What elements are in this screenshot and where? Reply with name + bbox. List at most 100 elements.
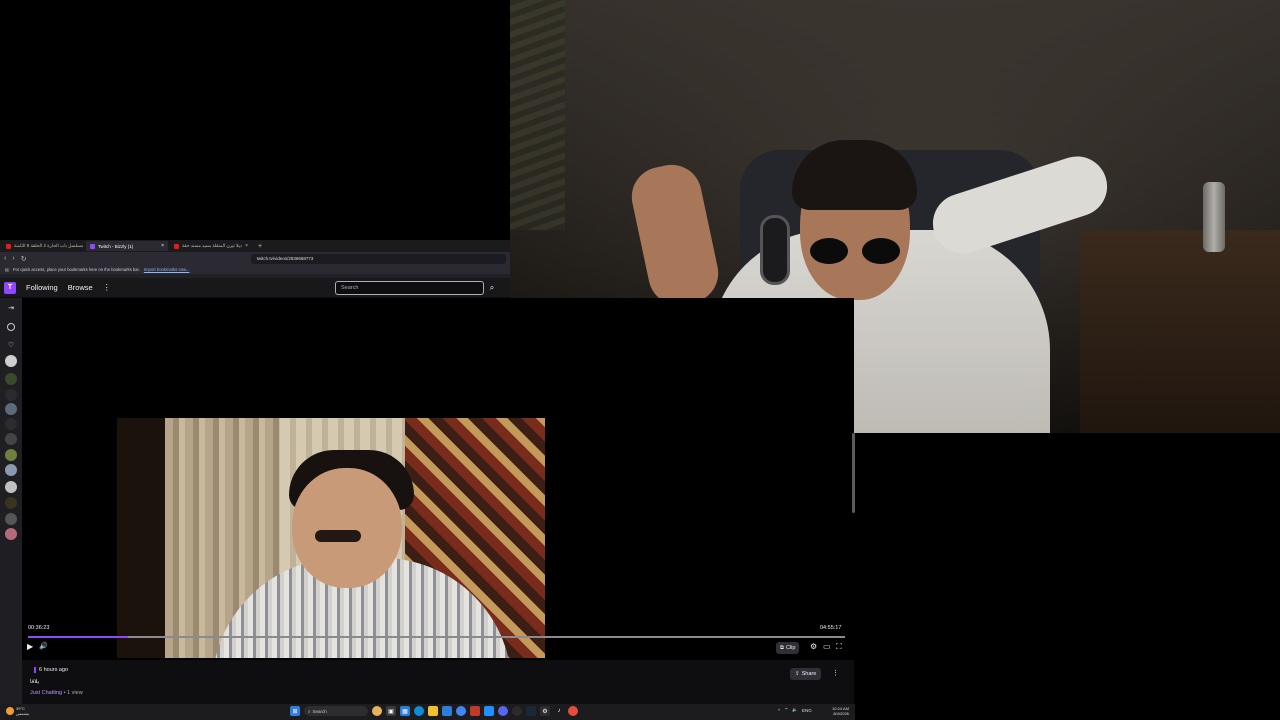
- share-button[interactable]: ⇪ Share: [790, 668, 822, 680]
- app-icon[interactable]: [568, 706, 578, 716]
- video-info: 6 hours ago يلاقا Just Chatting • 1 view…: [22, 660, 854, 704]
- twitch-logo-icon[interactable]: T: [4, 281, 16, 294]
- tray-overflow-icon[interactable]: ^: [778, 708, 780, 713]
- clock-date: 8/4/2026: [833, 711, 849, 716]
- copilot-icon[interactable]: [372, 706, 382, 716]
- close-tab-icon[interactable]: ×: [245, 243, 248, 249]
- url-field[interactable]: twitch.tv/videos/2836668773: [250, 253, 506, 264]
- address-bar-row: ‹ › ↻ twitch.tv/videos/2836668773: [0, 252, 510, 265]
- search-icon[interactable]: ⌕: [486, 281, 498, 295]
- twitch-favicon-icon: [90, 243, 95, 249]
- browser-tab[interactable]: ديلا تيرن المنقلة بسيد مسند حقة ×: [170, 241, 252, 251]
- video-meta: Just Chatting • 1 view: [30, 690, 83, 696]
- theatre-mode-icon[interactable]: ▭: [823, 642, 831, 651]
- channel-avatar[interactable]: [5, 464, 17, 476]
- file-explorer-icon[interactable]: [428, 706, 438, 716]
- back-icon[interactable]: ‹: [4, 255, 6, 262]
- clip-icon: ⧉: [780, 644, 784, 651]
- channel-avatar[interactable]: [5, 389, 17, 401]
- settings-app-icon[interactable]: ⚙: [540, 706, 550, 716]
- clock[interactable]: 10:24 AM 8/4/2026: [832, 706, 849, 716]
- chrome-icon[interactable]: [456, 706, 466, 716]
- video-age: 6 hours ago: [34, 667, 68, 673]
- category-link[interactable]: Just Chatting: [30, 690, 62, 696]
- share-icon: ⇪: [795, 671, 800, 677]
- tab-bar: مسلسل باب الحارة 2 الحلقة 8 الثامنة × Tw…: [0, 240, 510, 252]
- tab-title: ديلا تيرن المنقلة بسيد مسند حقة: [182, 243, 242, 248]
- mail-icon[interactable]: [484, 706, 494, 716]
- channel-avatar[interactable]: [5, 418, 17, 430]
- scrollbar[interactable]: [852, 433, 855, 513]
- nav-following[interactable]: Following: [26, 283, 58, 292]
- taskbar: 39°C مشمس ⊞ ⌕ Search ▣ ▦ ⚙ ♪ ^ ⌔ 🔈 ENG 1…: [0, 704, 855, 720]
- photos-icon[interactable]: [470, 706, 480, 716]
- clip-label: Clip: [785, 645, 796, 651]
- search-icon: ⌕: [308, 708, 311, 714]
- channel-avatar[interactable]: [5, 481, 17, 493]
- discord-icon[interactable]: [498, 706, 508, 716]
- edge-icon[interactable]: [414, 706, 424, 716]
- browser-tab[interactable]: مسلسل باب الحارة 2 الحلقة 8 الثامنة ×: [2, 241, 84, 251]
- more-menu-icon[interactable]: ⋮: [103, 283, 111, 292]
- store-icon[interactable]: [442, 706, 452, 716]
- bookmarks-icon: ▤: [5, 267, 9, 272]
- video-frame[interactable]: [117, 418, 545, 658]
- volume-tray-icon[interactable]: 🔈: [792, 707, 798, 713]
- play-icon[interactable]: ▶: [27, 642, 33, 651]
- webcam-desk: [1080, 230, 1280, 433]
- bookmarks-prompt: For quick access, place your bookmarks h…: [12, 267, 140, 272]
- sunglasses: [810, 238, 905, 266]
- webcam-plant: [510, 0, 565, 230]
- language-indicator[interactable]: ENG: [802, 708, 812, 713]
- video-actor-mustache: [315, 530, 361, 542]
- widgets-icon[interactable]: ▦: [400, 706, 410, 716]
- channel-avatar[interactable]: [5, 355, 17, 367]
- system-tray: ^ ⌔ 🔈 ENG: [778, 707, 812, 713]
- weather-text: 39°C مشمس: [16, 706, 29, 716]
- total-time: 04:55:17: [820, 625, 842, 631]
- view-count: • 1 view: [62, 690, 83, 696]
- video-actor-face: [292, 468, 402, 588]
- heart-icon[interactable]: ♡: [5, 339, 17, 351]
- video-title: يلاقا: [30, 679, 40, 685]
- channel-avatar[interactable]: [5, 433, 17, 445]
- channel-avatar[interactable]: [5, 373, 17, 385]
- browser-tab-active[interactable]: Twitch - Bizzly (1) ×: [86, 241, 168, 251]
- clip-button[interactable]: ⧉ Clip: [776, 642, 800, 654]
- network-icon[interactable]: ⌔: [784, 707, 788, 713]
- expand-sidebar-icon[interactable]: ⇥: [5, 302, 17, 314]
- task-view-icon[interactable]: ▣: [386, 706, 396, 716]
- taskbar-search[interactable]: ⌕ Search: [304, 706, 368, 716]
- windows-icon[interactable]: ⊞: [290, 706, 300, 716]
- headphones: [760, 215, 790, 285]
- obs-icon[interactable]: [512, 706, 522, 716]
- taskbar-search-label: Search: [312, 708, 327, 714]
- settings-icon[interactable]: ⚙: [810, 642, 817, 651]
- channel-avatar[interactable]: [5, 497, 17, 509]
- compass-icon[interactable]: [7, 323, 15, 331]
- reload-icon[interactable]: ↻: [21, 255, 27, 263]
- forward-icon[interactable]: ›: [12, 255, 14, 262]
- taskbar-apps: ⊞ ⌕ Search ▣ ▦ ⚙ ♪: [290, 706, 578, 716]
- screen: مسلسل باب الحارة 2 الحلقة 8 الثامنة × Tw…: [0, 0, 1280, 720]
- channel-avatar[interactable]: [5, 449, 17, 461]
- import-bookmarks-link[interactable]: Import bookmarks now...: [144, 267, 190, 272]
- volume-icon[interactable]: 🔊: [39, 642, 48, 650]
- current-time: 00:36:23: [28, 625, 50, 631]
- bookmarks-bar: ▤ For quick access, place your bookmarks…: [0, 265, 510, 274]
- music-icon[interactable]: ♪: [554, 706, 564, 716]
- channel-avatar[interactable]: [5, 528, 17, 540]
- weather-widget[interactable]: 39°C مشمس: [6, 706, 29, 716]
- steam-icon[interactable]: [526, 706, 536, 716]
- more-options-icon[interactable]: ⋮: [832, 669, 839, 677]
- seek-bar[interactable]: [28, 636, 845, 638]
- nav-browse[interactable]: Browse: [68, 283, 93, 292]
- video-scene-wall: [117, 418, 165, 658]
- new-tab-button[interactable]: +: [254, 243, 266, 250]
- search-input[interactable]: Search: [335, 281, 484, 295]
- channel-avatar[interactable]: [5, 513, 17, 525]
- close-tab-icon[interactable]: ×: [161, 243, 164, 249]
- fullscreen-icon[interactable]: ⛶: [836, 642, 842, 652]
- youtube-favicon-icon: [174, 243, 179, 249]
- channel-avatar[interactable]: [5, 403, 17, 415]
